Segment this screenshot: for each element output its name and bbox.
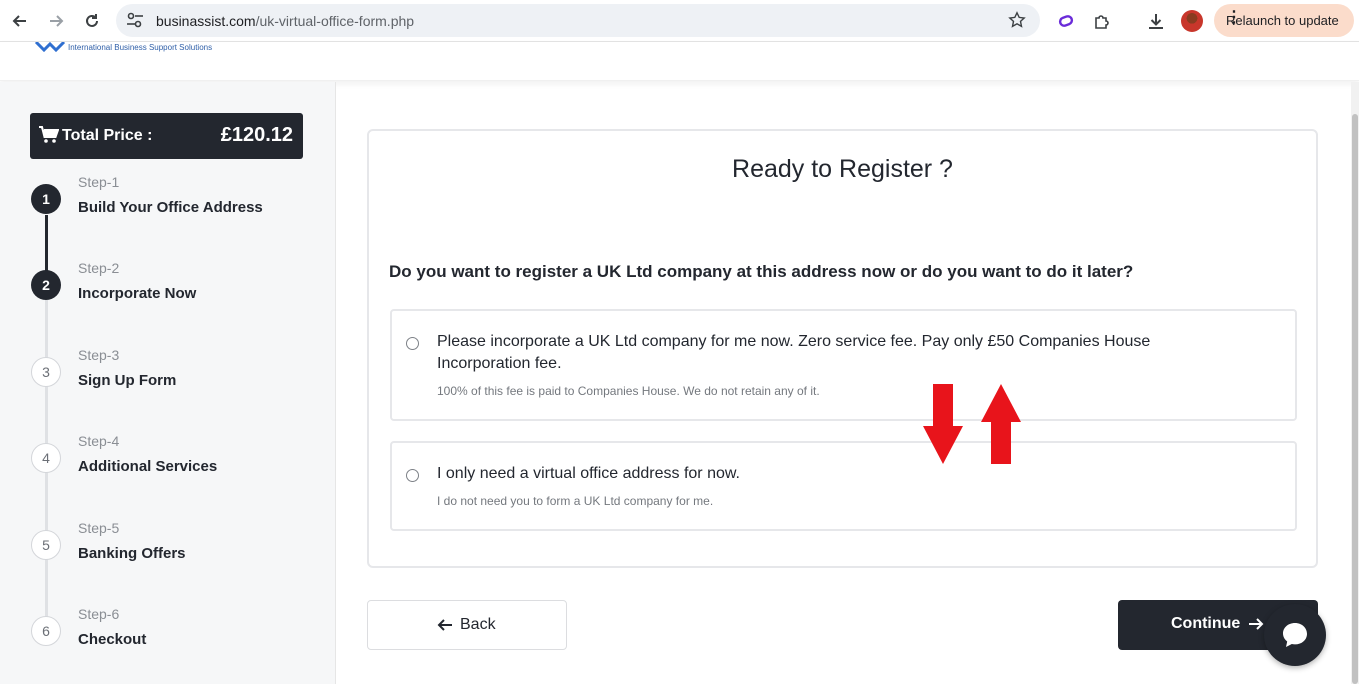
- step-title: Build Your Office Address: [78, 199, 263, 216]
- option-virtual-office-only[interactable]: I only need a virtual office address for…: [390, 441, 1297, 531]
- option-title: Please incorporate a UK Ltd company for …: [437, 333, 1151, 372]
- forward-arrow-icon[interactable]: [43, 8, 69, 34]
- step-label: Step-5: [78, 520, 120, 536]
- page-title: Ready to Register ?: [732, 155, 953, 183]
- step-title: Banking Offers: [78, 545, 186, 562]
- step-item-5[interactable]: 5 Step-5 Banking Offers: [31, 520, 331, 590]
- step-number-circle: 2: [31, 270, 61, 300]
- step-number-circle: 6: [31, 616, 61, 646]
- option-note: I do not need you to form a UK Ltd compa…: [437, 494, 714, 508]
- logo-tagline: International Business Support Solutions: [68, 43, 213, 52]
- continue-button-label: Continue: [1171, 615, 1241, 632]
- total-price-box: Total Price : £120.12: [30, 113, 303, 159]
- step-item-6[interactable]: 6 Step-6 Checkout: [31, 606, 331, 676]
- down-arrow-icon: [923, 384, 963, 464]
- step-item-2[interactable]: 2 Step-2 Incorporate Now: [31, 260, 331, 330]
- puzzle-icon[interactable]: [1090, 9, 1114, 33]
- step-item-1[interactable]: 1 Step-1 Build Your Office Address: [31, 174, 331, 244]
- download-icon[interactable]: [1144, 9, 1168, 33]
- arrow-left-icon: [436, 617, 453, 638]
- chat-icon: [1283, 623, 1307, 647]
- back-button[interactable]: Back: [367, 600, 567, 650]
- arrow-right-icon: [1248, 616, 1265, 637]
- step-number-circle: 3: [31, 357, 61, 387]
- relaunch-button[interactable]: Relaunch to update ⋮: [1214, 4, 1354, 37]
- option-note: 100% of this fee is paid to Companies Ho…: [437, 384, 820, 398]
- extension-icon[interactable]: [1054, 9, 1078, 33]
- step-item-4[interactable]: 4 Step-4 Additional Services: [31, 433, 331, 503]
- step-number-circle: 5: [31, 530, 61, 560]
- browser-toolbar: businassist.com/uk-virtual-office-form.p…: [0, 0, 1359, 42]
- logo-mark: [34, 42, 66, 52]
- back-arrow-icon[interactable]: [7, 8, 33, 34]
- url-text: businassist.com/uk-virtual-office-form.p…: [156, 13, 415, 29]
- reload-icon[interactable]: [79, 8, 105, 34]
- page-scrollbar[interactable]: [1351, 82, 1359, 684]
- radio-virtual-office-only[interactable]: [406, 469, 419, 482]
- step-item-3[interactable]: 3 Step-3 Sign Up Form: [31, 347, 331, 417]
- cart-icon: [39, 126, 60, 149]
- step-title: Sign Up Form: [78, 372, 177, 389]
- total-price-amount: £120.12: [220, 124, 293, 146]
- radio-incorporate-now[interactable]: [406, 337, 419, 350]
- back-button-label: Back: [460, 616, 496, 633]
- up-arrow-icon: [981, 384, 1021, 464]
- step-label: Step-2: [78, 260, 120, 276]
- option-title: I only need a virtual office address for…: [437, 465, 740, 482]
- bookmark-star-icon[interactable]: [1008, 11, 1026, 34]
- step-title: Incorporate Now: [78, 285, 197, 302]
- site-settings-icon[interactable]: [126, 12, 144, 33]
- step-number-circle: 1: [31, 184, 61, 214]
- step-label: Step-3: [78, 347, 120, 363]
- step-label: Step-6: [78, 606, 120, 622]
- site-header: International Business Support Solutions: [0, 42, 1359, 81]
- scrollbar-thumb[interactable]: [1352, 114, 1358, 684]
- address-bar[interactable]: businassist.com/uk-virtual-office-form.p…: [116, 4, 1040, 37]
- step-number-circle: 4: [31, 443, 61, 473]
- kebab-menu-icon[interactable]: ⋮: [1226, 10, 1344, 26]
- steps-sidebar: Total Price : £120.12 1 Step-1 Build You…: [0, 82, 336, 684]
- register-question: Do you want to register a UK Ltd company…: [389, 262, 1134, 281]
- profile-avatar[interactable]: [1181, 10, 1203, 32]
- option-incorporate-now[interactable]: Please incorporate a UK Ltd company for …: [390, 309, 1297, 421]
- step-label: Step-4: [78, 433, 120, 449]
- total-price-label: Total Price :: [62, 127, 153, 144]
- step-title: Additional Services: [78, 458, 218, 475]
- step-label: Step-1: [78, 174, 120, 190]
- register-card: Ready to Register ? Do you want to regis…: [367, 129, 1318, 568]
- step-title: Checkout: [78, 631, 147, 648]
- chat-widget-button[interactable]: [1264, 604, 1326, 666]
